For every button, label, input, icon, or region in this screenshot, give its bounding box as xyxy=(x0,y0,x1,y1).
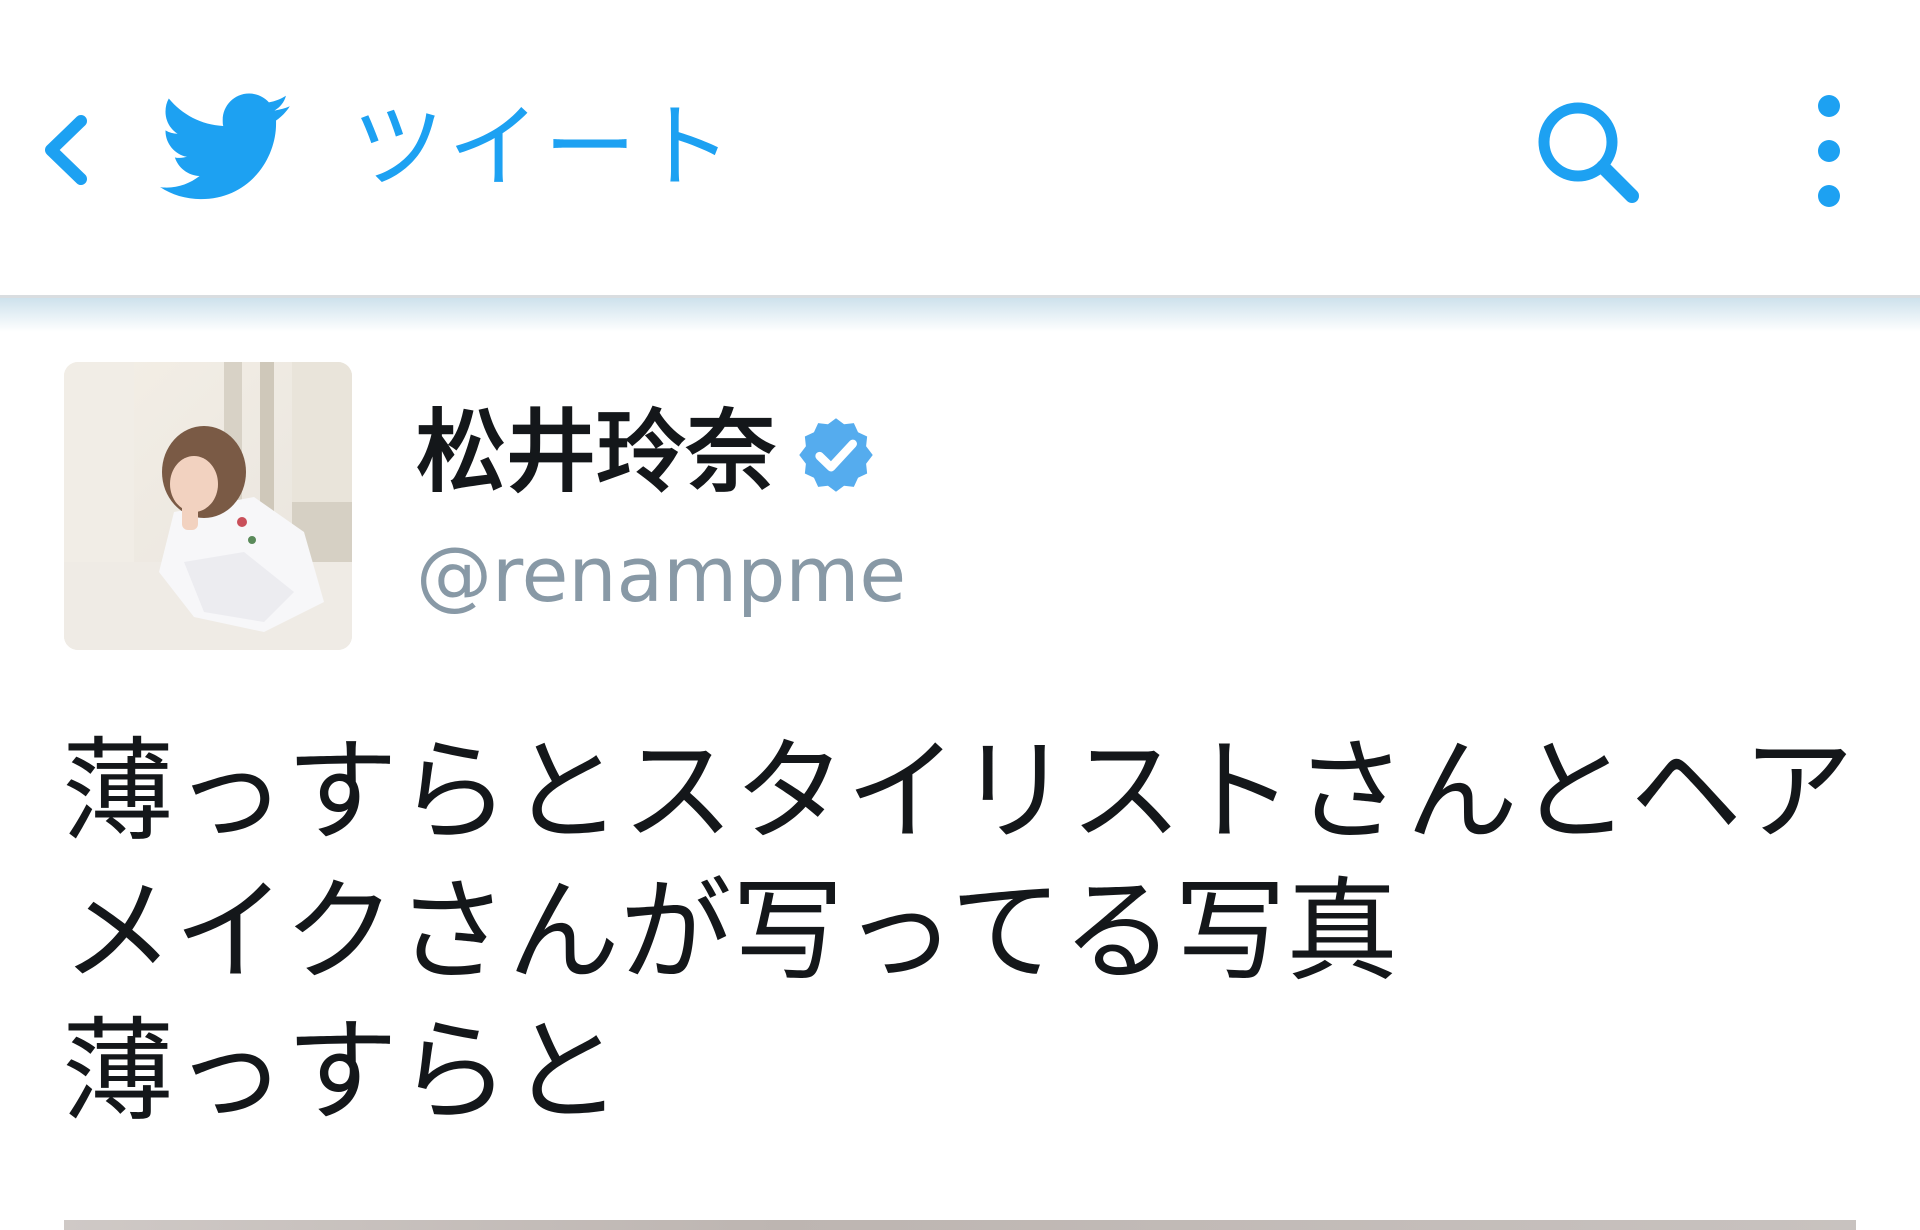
chevron-left-icon xyxy=(45,115,87,185)
twitter-bird-icon xyxy=(160,93,290,200)
top-app-bar: ツイート xyxy=(0,0,1920,298)
avatar-photo xyxy=(64,362,352,650)
tweet-text: 薄っすらとスタイリストさんとヘア メイクさんが写ってる写真 薄っすらと xyxy=(62,722,1862,1142)
tweet-text-line: 薄っすらと xyxy=(62,1007,622,1137)
back-button[interactable] xyxy=(30,100,100,200)
verified-badge-icon xyxy=(799,418,873,492)
attached-photo[interactable] xyxy=(64,1220,1856,1230)
user-handle[interactable]: @renampme xyxy=(416,530,906,620)
display-name: 松井玲奈 xyxy=(416,400,776,505)
tweet-text-line: メイクさんが写ってる写真 xyxy=(62,867,1399,997)
avatar[interactable] xyxy=(64,362,352,650)
search-icon xyxy=(1538,102,1639,203)
app-bar-shadow xyxy=(0,298,1920,332)
more-vertical-icon xyxy=(1818,95,1840,207)
author-name-row[interactable]: 松井玲奈 xyxy=(416,398,878,508)
tweet-text-line: 薄っすらとスタイリストさんとヘア xyxy=(62,727,1854,857)
screen-title: ツイート xyxy=(352,94,737,201)
search-button[interactable] xyxy=(1528,92,1648,212)
more-options-button[interactable] xyxy=(1800,88,1858,218)
